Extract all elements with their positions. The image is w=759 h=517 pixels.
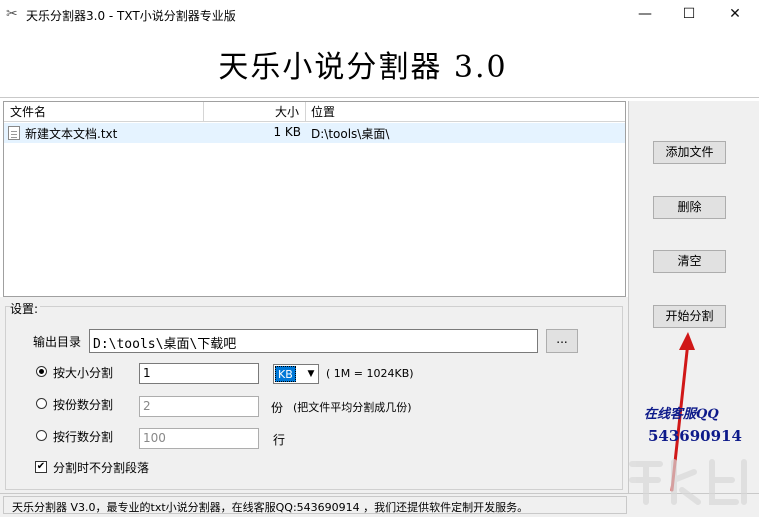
start-split-button[interactable]: 开始分割	[653, 305, 726, 328]
split-by-size-label[interactable]: 按大小分割	[53, 364, 113, 381]
support-qq-number: 543690914	[648, 427, 742, 445]
browse-button[interactable]: ...	[546, 329, 578, 353]
split-by-lines-radio[interactable]	[36, 430, 47, 441]
app-banner-title: 天乐小说分割器 3.0	[218, 50, 508, 85]
chevron-down-icon[interactable]: ▼	[304, 365, 318, 383]
maximize-button[interactable]: ☐	[666, 0, 712, 30]
file-list-header: 文件名 大小 位置	[4, 102, 625, 122]
add-file-button[interactable]: 添加文件	[653, 141, 726, 164]
clear-button[interactable]: 清空	[653, 250, 726, 273]
keep-paragraph-checkbox[interactable]: ✔	[35, 461, 47, 473]
split-by-parts-radio[interactable]	[36, 398, 47, 409]
unit-select-value: KB	[275, 366, 296, 382]
support-qq-label: 在线客服QQ	[644, 407, 719, 422]
close-button[interactable]: ✕	[712, 0, 758, 30]
settings-legend: 设置:	[10, 300, 41, 317]
lines-input[interactable]: 100	[139, 428, 259, 449]
file-path: D:\tools\桌面\	[311, 127, 390, 141]
parts-unit-label: 份	[271, 401, 284, 415]
split-by-lines-label[interactable]: 按行数分割	[53, 428, 113, 445]
minimize-button[interactable]: —	[622, 0, 668, 30]
status-text: 天乐分割器 V3.0，最专业的txt小说分割器，在线客服QQ:543690914…	[12, 501, 529, 514]
column-header-name[interactable]: 文件名	[4, 102, 204, 122]
column-header-size[interactable]: 大小	[204, 102, 306, 122]
output-dir-label: 输出目录	[33, 335, 82, 349]
window-title: 天乐分割器3.0 - TXT小说分割器专业版	[26, 9, 236, 23]
file-name: 新建文本文档.txt	[25, 127, 118, 141]
file-row[interactable]: 新建文本文档.txt 1 KB D:\tools\桌面\	[4, 123, 625, 143]
file-list[interactable]: 文件名 大小 位置 新建文本文档.txt 1 KB D:\tools\桌面\	[3, 101, 626, 297]
unit-select[interactable]: KB ▼	[273, 364, 319, 384]
unit-note: ( 1M = 1024KB)	[326, 367, 414, 380]
lines-unit-label: 行	[273, 433, 286, 447]
output-dir-input[interactable]: D:\tools\桌面\下载吧	[89, 329, 538, 353]
column-header-path[interactable]: 位置	[306, 102, 625, 122]
keep-paragraph-label[interactable]: 分割时不分割段落	[53, 459, 149, 476]
watermark-logo	[629, 459, 747, 505]
text-file-icon	[8, 126, 20, 140]
file-size: 1 KB	[273, 125, 301, 139]
delete-button[interactable]: 删除	[653, 196, 726, 219]
size-input[interactable]: 1	[139, 363, 259, 384]
scissors-icon: ✂	[6, 6, 18, 22]
parts-note: (把文件平均分割成几份)	[293, 401, 412, 414]
split-by-size-radio[interactable]	[36, 366, 47, 377]
parts-input[interactable]: 2	[139, 396, 259, 417]
split-by-parts-label[interactable]: 按份数分割	[53, 396, 113, 413]
